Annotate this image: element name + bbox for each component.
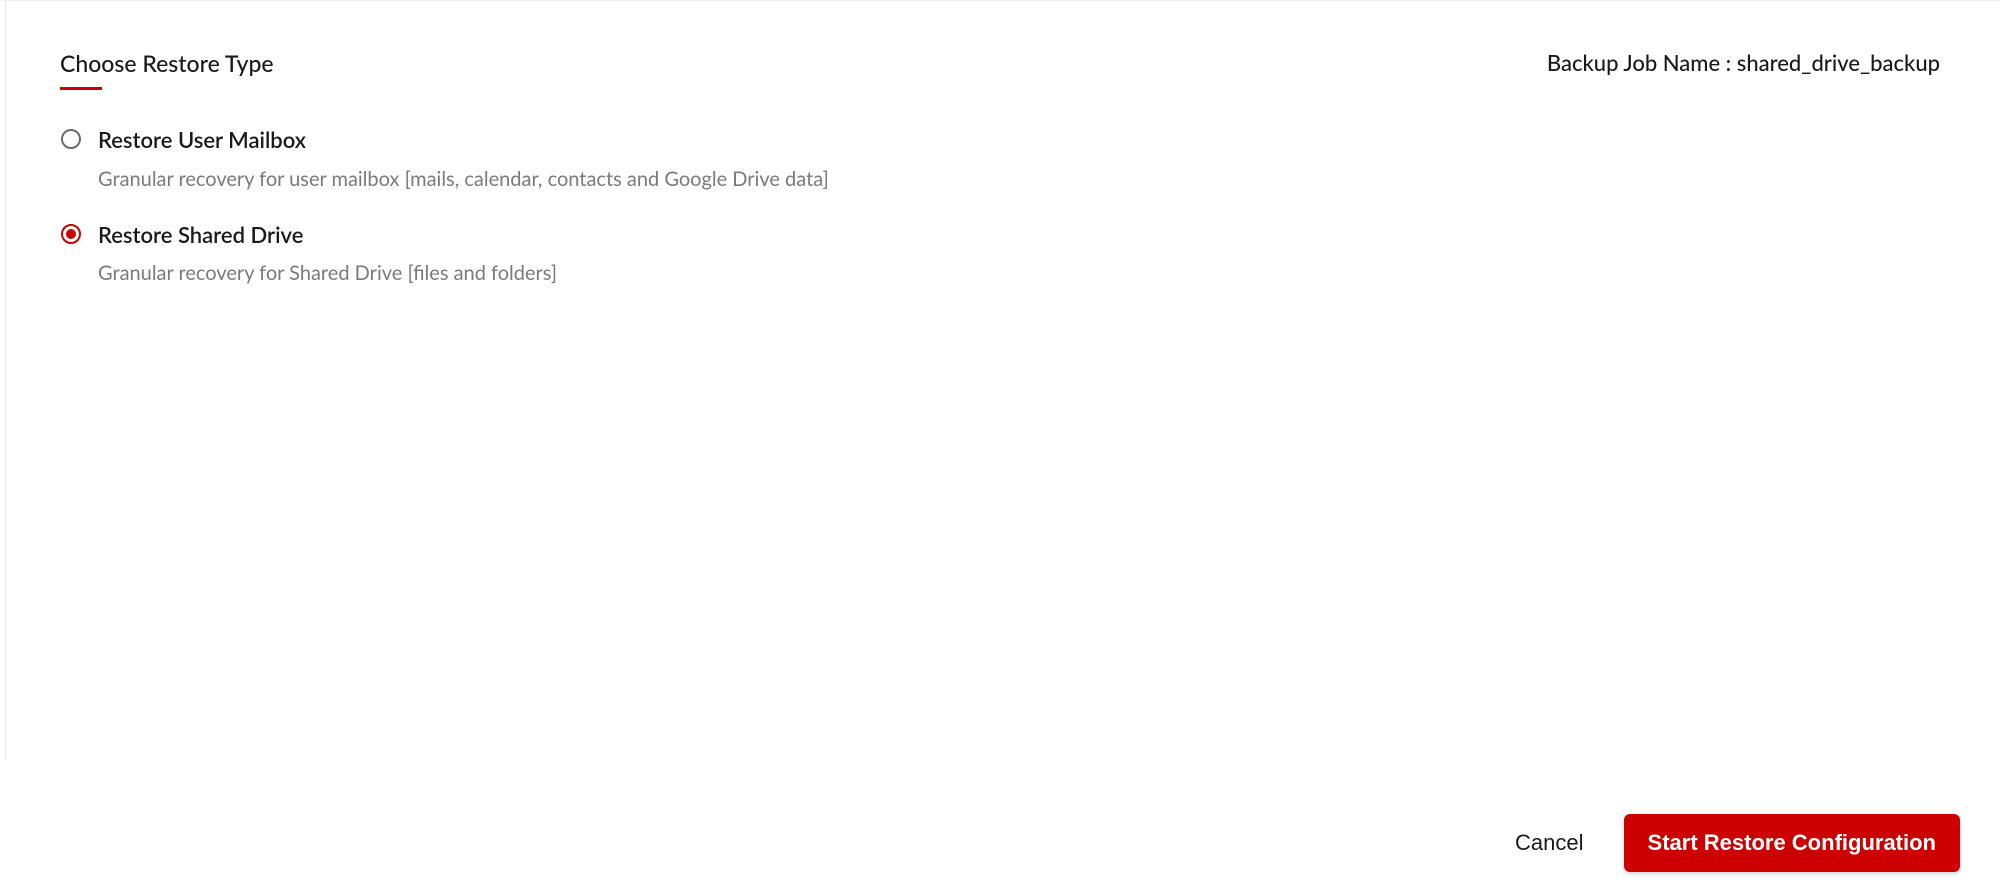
panel-header: Choose Restore Type Backup Job Name : sh… [60,49,1940,90]
title-underline [60,87,102,90]
radio-restore-user-mailbox[interactable] [60,128,82,150]
option-description: Granular recovery for Shared Drive [file… [98,261,557,285]
title-block: Choose Restore Type [60,49,274,90]
option-restore-shared-drive[interactable]: Restore Shared Drive Granular recovery f… [60,221,1940,286]
option-label: Restore Shared Drive [98,221,557,250]
option-restore-user-mailbox[interactable]: Restore User Mailbox Granular recovery f… [60,126,1940,191]
radio-restore-shared-drive[interactable] [60,223,82,245]
option-texts: Restore User Mailbox Granular recovery f… [98,126,829,191]
left-divider [5,1,6,759]
cancel-button[interactable]: Cancel [1515,830,1583,856]
option-label: Restore User Mailbox [98,126,829,155]
footer-bar: Cancel Start Restore Configuration [0,807,2000,879]
start-restore-configuration-button[interactable]: Start Restore Configuration [1624,814,1960,872]
backup-job-name: Backup Job Name : shared_drive_backup [1547,49,1940,76]
choose-restore-panel: Choose Restore Type Backup Job Name : sh… [0,0,2000,820]
option-texts: Restore Shared Drive Granular recovery f… [98,221,557,286]
restore-type-options: Restore User Mailbox Granular recovery f… [60,126,1940,285]
page-title: Choose Restore Type [60,49,274,85]
option-description: Granular recovery for user mailbox [mail… [98,167,829,191]
